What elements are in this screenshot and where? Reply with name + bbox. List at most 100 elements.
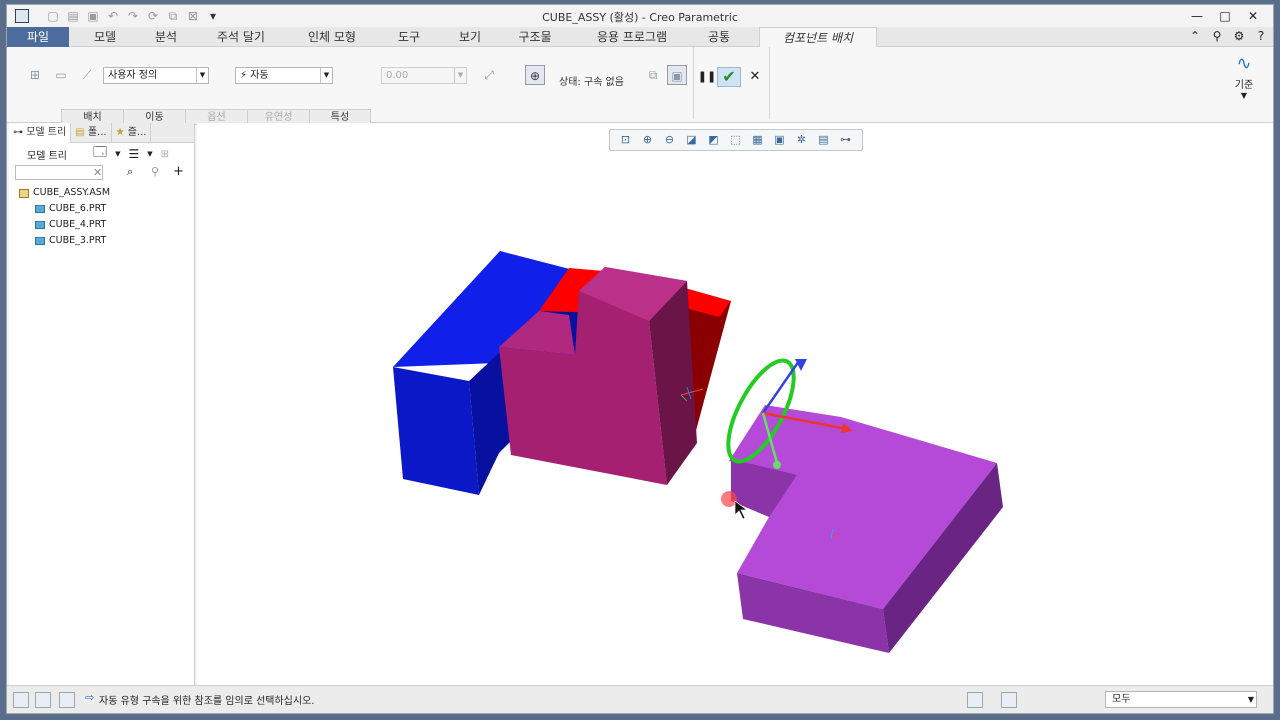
tree-item-assembly[interactable]: CUBE_ASSY.ASM [19,185,194,201]
3d-dragger-icon[interactable]: ⊕ [525,65,545,85]
tab-analysis[interactable]: 분석 [137,27,195,47]
favorites-icon: ★ [115,127,125,138]
selection-filter-dropdown[interactable]: 모두 ▼ [1105,691,1257,708]
tab-framework[interactable]: 구조물 [499,27,571,47]
maximize-button[interactable]: □ [1211,7,1239,25]
tab-manikin[interactable]: 인체 모형 [287,27,377,47]
blue-cube-front-face[interactable] [393,367,479,495]
constraint-set-dropdown[interactable]: 사용자 정의 ▼ [103,67,209,84]
chevron-down-icon: ▼ [196,68,208,83]
chevron-down-icon: ▼ [1240,91,1248,100]
datum-group[interactable]: ∿ 기준 ▼ [1229,53,1259,100]
collapse-ribbon-icon[interactable]: ⌃ [1187,29,1203,43]
chevron-down-icon: ▼ [320,68,332,83]
ok-checkmark-button[interactable]: ✔ [717,67,741,87]
help-icon[interactable]: ? [1253,29,1269,43]
tab-folder-browser[interactable]: ▤ 폴... [71,123,112,143]
minimize-button[interactable]: — [1183,7,1211,25]
tree-item-label: CUBE_4.PRT [49,219,107,230]
ribbon-tabs: 파일 모델 분석 주석 달기 인체 모형 도구 보기 구조물 응용 프로그램 공… [7,27,1273,47]
placement-status: 상태: 구속 없음 [559,77,624,88]
app-window: ▢ ▤ ▣ ↶ ↷ ⟳ ⧉ ⊠ ▾ CUBE_ASSY (활성) - Creo … [6,4,1274,714]
tree-list: CUBE_ASSY.ASM CUBE_6.PRT CUBE_4.PRT CUBE… [9,181,194,249]
cancel-x-icon[interactable]: ✕ [745,67,765,87]
tree-settings-icon[interactable]: 🗔 [93,143,107,165]
pause-icon[interactable]: ❚❚ [697,67,717,87]
model-tree-icon: ⊶ [13,127,23,138]
tree-item-part[interactable]: CUBE_6.PRT [19,201,194,217]
filter-icon[interactable]: ⚲ [151,165,159,178]
tab-file[interactable]: 파일 [7,27,69,47]
show-list-icon[interactable]: ☰ [128,147,139,161]
status-bar: ⇨ 자동 유형 구속을 위한 참조를 임의로 선택하십시오. 모두 ▼ [7,685,1273,713]
tree-item-part[interactable]: CUBE_4.PRT [19,217,194,233]
tree-item-label: CUBE_ASSY.ASM [33,187,111,198]
clear-search-icon[interactable]: ✕ [93,166,102,179]
tab-folder-label: 폴... [87,127,107,138]
status-message: 자동 유형 구속을 위한 참조를 임의로 선택하십시오. [99,696,315,707]
datum-curve-icon: ∿ [1236,53,1252,74]
offset-value-dropdown[interactable]: 0.00 ▼ [381,67,467,84]
tab-component-placement[interactable]: 컴포넌트 배치 [759,27,877,47]
message-arrow-icon: ⇨ [85,691,95,704]
chevron-down-icon: ▼ [454,68,466,83]
constraint-type-dropdown[interactable]: ⚡ 자동 ▼ [235,67,333,84]
selection-buffer-icon[interactable] [1001,692,1017,708]
toggle-browser-icon[interactable] [35,692,51,708]
tree-item-part[interactable]: CUBE_3.PRT [19,233,194,249]
flip-constraint-icon[interactable]: ⤢ [479,65,499,85]
lightning-icon: ⚡ [240,70,248,81]
tab-tools[interactable]: 도구 [377,27,441,47]
tree-search-input[interactable] [15,165,103,180]
tab-model[interactable]: 모델 [73,27,137,47]
chevron-down-icon[interactable]: ▼ [115,150,120,158]
assembly-window-icon[interactable]: ▣ [667,65,687,85]
graphics-viewport[interactable]: ⊡ ⊕ ⊖ ◪ ◩ ⬚ ▦ ▣ ✲ ▤ ⊶ [197,123,1273,685]
tab-common[interactable]: 공통 [693,27,745,47]
tab-model-tree-label: 모델 트리 [26,127,67,138]
separate-window-icon[interactable]: ⧉ [643,65,663,85]
ribbon-panel: ⊞ ▭ ⟋ 사용자 정의 ▼ ⚡ 자동 ▼ 0.00 ▼ ⤢ ⊕ 상태: 구속 … [7,47,1273,125]
model-tree-panel: ⊶ 모델 트리 ▤ 폴... ★ 즐... 모델 트리 🗔 ▼ ☰ ▼ ⊞ ✕ … [9,123,195,685]
tree-search-row: ✕ ⌕ ⚲ + [15,164,188,181]
binoculars-icon[interactable]: ⌕ [127,165,133,179]
part-icon [35,221,45,229]
tab-view[interactable]: 보기 [441,27,499,47]
tab-annotate[interactable]: 주석 달기 [195,27,287,47]
green-axis-handle[interactable] [773,461,781,469]
search-icon[interactable]: ⚲ [1209,29,1225,43]
selection-filter-value: 모두 [1112,694,1131,705]
constraint-set-value: 사용자 정의 [108,70,158,81]
part-icon [35,205,45,213]
assembly-icon [19,188,29,198]
toggle-navigator-icon[interactable] [13,692,29,708]
full-screen-icon[interactable] [59,692,75,708]
tab-favorites[interactable]: ★ 즐... [112,123,152,143]
tab-applications[interactable]: 응용 프로그램 [571,27,693,47]
tab-favorites-label: 즐... [127,127,147,138]
user-defined-set-icon[interactable]: ▭ [51,65,71,85]
window-title: CUBE_ASSY (활성) - Creo Parametric [542,11,738,24]
mechanism-connection-icon[interactable]: ⟋ [77,65,97,85]
chevron-down-icon[interactable]: ▼ [147,150,152,158]
tree-columns-icon[interactable]: ⊞ [161,149,169,160]
tab-bar-right-tools: ⌃ ⚲ ⚙ ? [1187,29,1269,43]
title-bar: ▢ ▤ ▣ ↶ ↷ ⟳ ⧉ ⊠ ▾ CUBE_ASSY (활성) - Creo … [7,5,1273,27]
part-icon [35,237,45,245]
tree-item-label: CUBE_6.PRT [49,203,107,214]
tab-model-tree[interactable]: ⊶ 모델 트리 [9,123,72,143]
close-button[interactable]: ✕ [1239,7,1267,25]
sidebar-tabs: ⊶ 모델 트리 ▤ 폴... ★ 즐... [9,123,194,143]
offset-value: 0.00 [386,70,409,81]
tree-toolbar: 모델 트리 🗔 ▼ ☰ ▼ ⊞ [9,143,194,165]
settings-icon[interactable]: ⚙ [1231,29,1247,43]
assembly-3d-view[interactable] [197,123,1273,685]
find-binoculars-icon[interactable] [967,692,983,708]
component-interface-icon[interactable]: ⊞ [25,65,45,85]
constraint-type-value: 자동 [250,70,269,81]
window-controls: — □ ✕ [1183,7,1267,25]
tree-item-label: CUBE_3.PRT [49,235,107,246]
add-icon[interactable]: + [173,164,184,179]
folder-icon: ▤ [75,127,85,138]
tree-toolbar-label: 모델 트리 [27,150,67,162]
